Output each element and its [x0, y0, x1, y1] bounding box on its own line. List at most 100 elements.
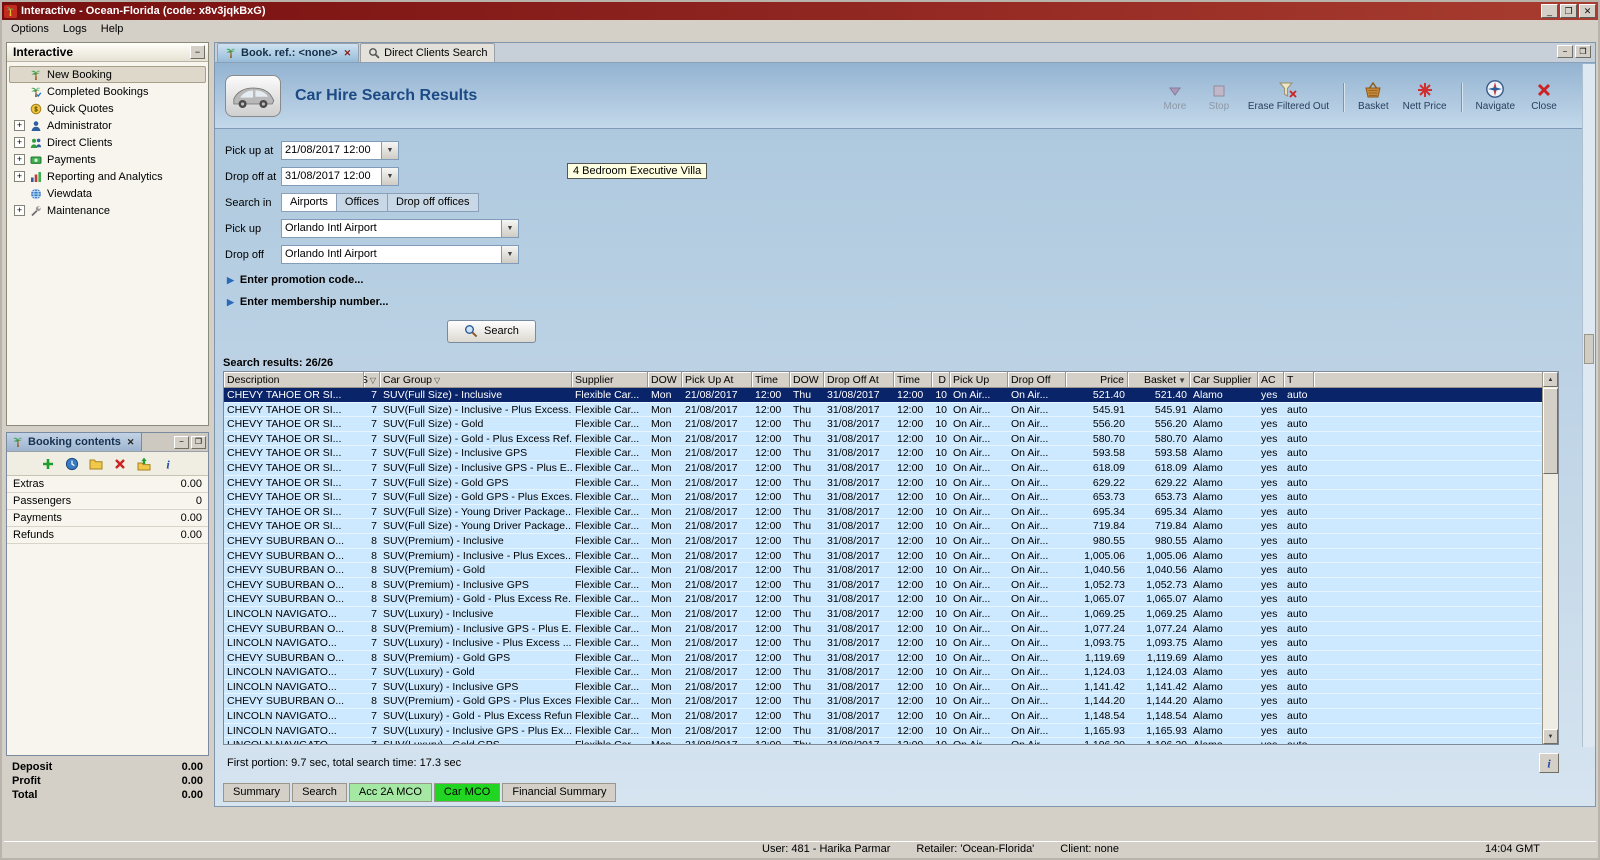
info-button[interactable]: i — [1539, 753, 1559, 773]
close-tab-icon[interactable]: ✕ — [344, 48, 352, 59]
search-in-tab-airports[interactable]: Airports — [281, 193, 337, 212]
membership-number-expander[interactable]: Enter membership number... — [227, 296, 1595, 308]
column-header-price[interactable]: Price — [1066, 372, 1128, 388]
table-row[interactable]: CHEVY SUBURBAN O... 8 SUV(Premium) - Gold … — [224, 592, 1542, 607]
dropoff-at-combobox[interactable]: 31/08/2017 12:00 — [281, 167, 399, 186]
delete-button[interactable] — [112, 456, 128, 472]
table-row[interactable]: CHEVY TAHOE OR SI... 7 SUV(Full Size) - Go… — [224, 431, 1542, 447]
column-header-basket[interactable]: Basket ▼ — [1128, 372, 1190, 388]
table-row[interactable]: CHEVY SUBURBAN O... 8 SUV(Premium) - Inclu… — [224, 548, 1542, 564]
erase-filtered-out-button[interactable]: Erase Filtered Out — [1248, 79, 1329, 112]
sidebar-item-administrator[interactable]: + Administrator — [9, 117, 206, 134]
close-button[interactable]: Close — [1529, 79, 1559, 112]
panel-restore-button[interactable]: ❐ — [191, 435, 206, 449]
table-scrollbar[interactable] — [1542, 372, 1558, 744]
column-header-d[interactable]: D — [932, 372, 950, 388]
sidebar-item-maintenance[interactable]: + Maintenance — [9, 202, 206, 219]
column-header-pick-up[interactable]: Pick Up — [950, 372, 1008, 388]
tab-financial-summary[interactable]: Financial Summary — [502, 783, 617, 802]
table-row[interactable]: CHEVY TAHOE OR SI... 7 SUV(Full Size) - Yo… — [224, 504, 1542, 520]
filter-icon[interactable]: ▽ — [370, 376, 376, 385]
table-row[interactable]: CHEVY SUBURBAN O... 8 SUV(Premium) - Gold … — [224, 694, 1542, 710]
table-row[interactable]: LINCOLN NAVIGATO... 7 SUV(Luxury) - Inclus… — [224, 636, 1542, 651]
info-button[interactable]: i — [160, 456, 176, 472]
scroll-down-icon[interactable] — [1543, 729, 1558, 744]
booking-row-extras[interactable]: Extras 0.00 — [7, 476, 208, 493]
column-header-dow[interactable]: DOW — [648, 372, 682, 388]
chevron-down-icon[interactable] — [501, 246, 518, 263]
export-button[interactable] — [136, 456, 152, 472]
expander-icon[interactable]: + — [14, 120, 25, 131]
add-button[interactable] — [40, 456, 56, 472]
column-header-drop-off-at[interactable]: Drop Off At — [824, 372, 894, 388]
column-header-drop-off[interactable]: Drop Off — [1008, 372, 1066, 388]
table-row[interactable]: CHEVY TAHOE OR SI... 7 SUV(Full Size) - Go… — [224, 490, 1542, 505]
table-row[interactable]: CHEVY TAHOE OR SI... 7 SUV(Full Size) - Go… — [224, 417, 1542, 432]
column-header-dow[interactable]: DOW — [790, 372, 824, 388]
sidebar-item-payments[interactable]: + Payments — [9, 151, 206, 168]
column-header-time[interactable]: Time — [752, 372, 790, 388]
sidebar-item-direct-clients[interactable]: + Direct Clients — [9, 134, 206, 151]
expander-icon[interactable]: + — [14, 137, 25, 148]
menu-help[interactable]: Help — [94, 21, 131, 37]
menu-options[interactable]: Options — [4, 21, 56, 37]
table-row[interactable]: CHEVY TAHOE OR SI... 7 SUV(Full Size) - In… — [224, 460, 1542, 476]
table-row[interactable]: LINCOLN NAVIGATO... 7 SUV(Luxury) - Inclus… — [224, 679, 1542, 695]
sidebar-item-completed-bookings[interactable]: Completed Bookings — [9, 83, 206, 100]
search-button[interactable]: Search — [447, 320, 536, 343]
tab-book-ref-none[interactable]: Book. ref.: <none> ✕ — [217, 43, 360, 62]
pickup-location-combobox[interactable]: Orlando Intl Airport — [281, 219, 519, 238]
history-button[interactable] — [64, 456, 80, 472]
content-scrollbar-thumb[interactable] — [1584, 334, 1594, 364]
column-header-car-group[interactable]: Car Group ▽ — [380, 372, 572, 388]
expander-icon[interactable]: + — [14, 154, 25, 165]
scrollbar-thumb[interactable] — [1543, 388, 1558, 474]
tab-summary[interactable]: Summary — [223, 783, 291, 802]
scroll-up-icon[interactable] — [1543, 372, 1558, 387]
content-scrollbar[interactable] — [1582, 64, 1595, 747]
column-header-pick-up-at[interactable]: Pick Up At — [682, 372, 752, 388]
table-row[interactable]: LINCOLN NAVIGATO... 7 SUV(Luxury) - Inclus… — [224, 606, 1542, 622]
column-header-supplier[interactable]: Supplier — [572, 372, 648, 388]
table-row[interactable]: LINCOLN NAVIGATO... 7 SUV(Luxury) - Gold Fl… — [224, 665, 1542, 680]
table-row[interactable]: CHEVY SUBURBAN O... 8 SUV(Premium) - Inclu… — [224, 533, 1542, 549]
table-row[interactable]: CHEVY TAHOE OR SI... 7 SUV(Full Size) - Yo… — [224, 519, 1542, 534]
nett-price-button[interactable]: Nett Price — [1403, 79, 1447, 112]
tab-car-mco[interactable]: Car MCO — [433, 783, 501, 802]
expander-icon[interactable]: + — [14, 205, 25, 216]
search-in-tab-drop-off-offices[interactable]: Drop off offices — [386, 193, 479, 212]
close-window-button[interactable]: ✕ — [1579, 4, 1596, 18]
maximize-button[interactable]: ❐ — [1560, 4, 1577, 18]
column-header-description[interactable]: Description — [224, 372, 364, 388]
table-row[interactable]: LINCOLN NAVIGATO... 7 SUV(Luxury) - Inclus… — [224, 723, 1542, 739]
chevron-down-icon[interactable] — [381, 168, 398, 185]
column-header-ac[interactable]: AC — [1258, 372, 1284, 388]
promotion-code-expander[interactable]: Enter promotion code... — [227, 274, 1595, 286]
booking-row-refunds[interactable]: Refunds 0.00 — [7, 527, 208, 544]
table-row[interactable]: CHEVY TAHOE OR SI... 7 SUV(Full Size) - Go… — [224, 475, 1542, 491]
sidebar-item-new-booking[interactable]: New Booking — [9, 66, 206, 83]
pickup-at-combobox[interactable]: 21/08/2017 12:00 — [281, 141, 399, 160]
table-row[interactable]: CHEVY SUBURBAN O... 8 SUV(Premium) - Gold … — [224, 650, 1542, 666]
filter-icon[interactable]: ▽ — [434, 376, 440, 385]
chevron-down-icon[interactable] — [381, 142, 398, 159]
minimize-button[interactable]: _ — [1541, 4, 1558, 18]
table-row[interactable]: LINCOLN NAVIGATO...7SUV(Luxury) - Gold G… — [224, 738, 1542, 744]
panel-minimize-button[interactable]: − — [174, 435, 189, 449]
booking-row-passengers[interactable]: Passengers 0 — [7, 493, 208, 510]
column-header-time[interactable]: Time — [894, 372, 932, 388]
sidebar-item-reporting-and-analytics[interactable]: + Reporting and Analytics — [9, 168, 206, 185]
table-row[interactable]: CHEVY TAHOE OR SI... 7 SUV(Full Size) - In… — [224, 388, 1542, 403]
column-header-car-supplier[interactable]: Car Supplier — [1190, 372, 1258, 388]
booking-contents-tab[interactable]: Booking contents ✕ — [7, 433, 143, 451]
child-restore-button[interactable]: ❐ — [1575, 45, 1591, 58]
menu-logs[interactable]: Logs — [56, 21, 94, 37]
child-minimize-button[interactable]: − — [1557, 45, 1573, 58]
table-row[interactable]: CHEVY TAHOE OR SI... 7 SUV(Full Size) - In… — [224, 402, 1542, 418]
sidebar-item-quick-quotes[interactable]: Quick Quotes — [9, 100, 206, 117]
collapse-panel-button[interactable]: − — [190, 45, 205, 59]
navigate-button[interactable]: Navigate — [1476, 79, 1515, 112]
tab-search[interactable]: Search — [292, 783, 347, 802]
sidebar-item-viewdata[interactable]: Viewdata — [9, 185, 206, 202]
table-row[interactable]: CHEVY SUBURBAN O... 8 SUV(Premium) - Gold F… — [224, 563, 1542, 578]
